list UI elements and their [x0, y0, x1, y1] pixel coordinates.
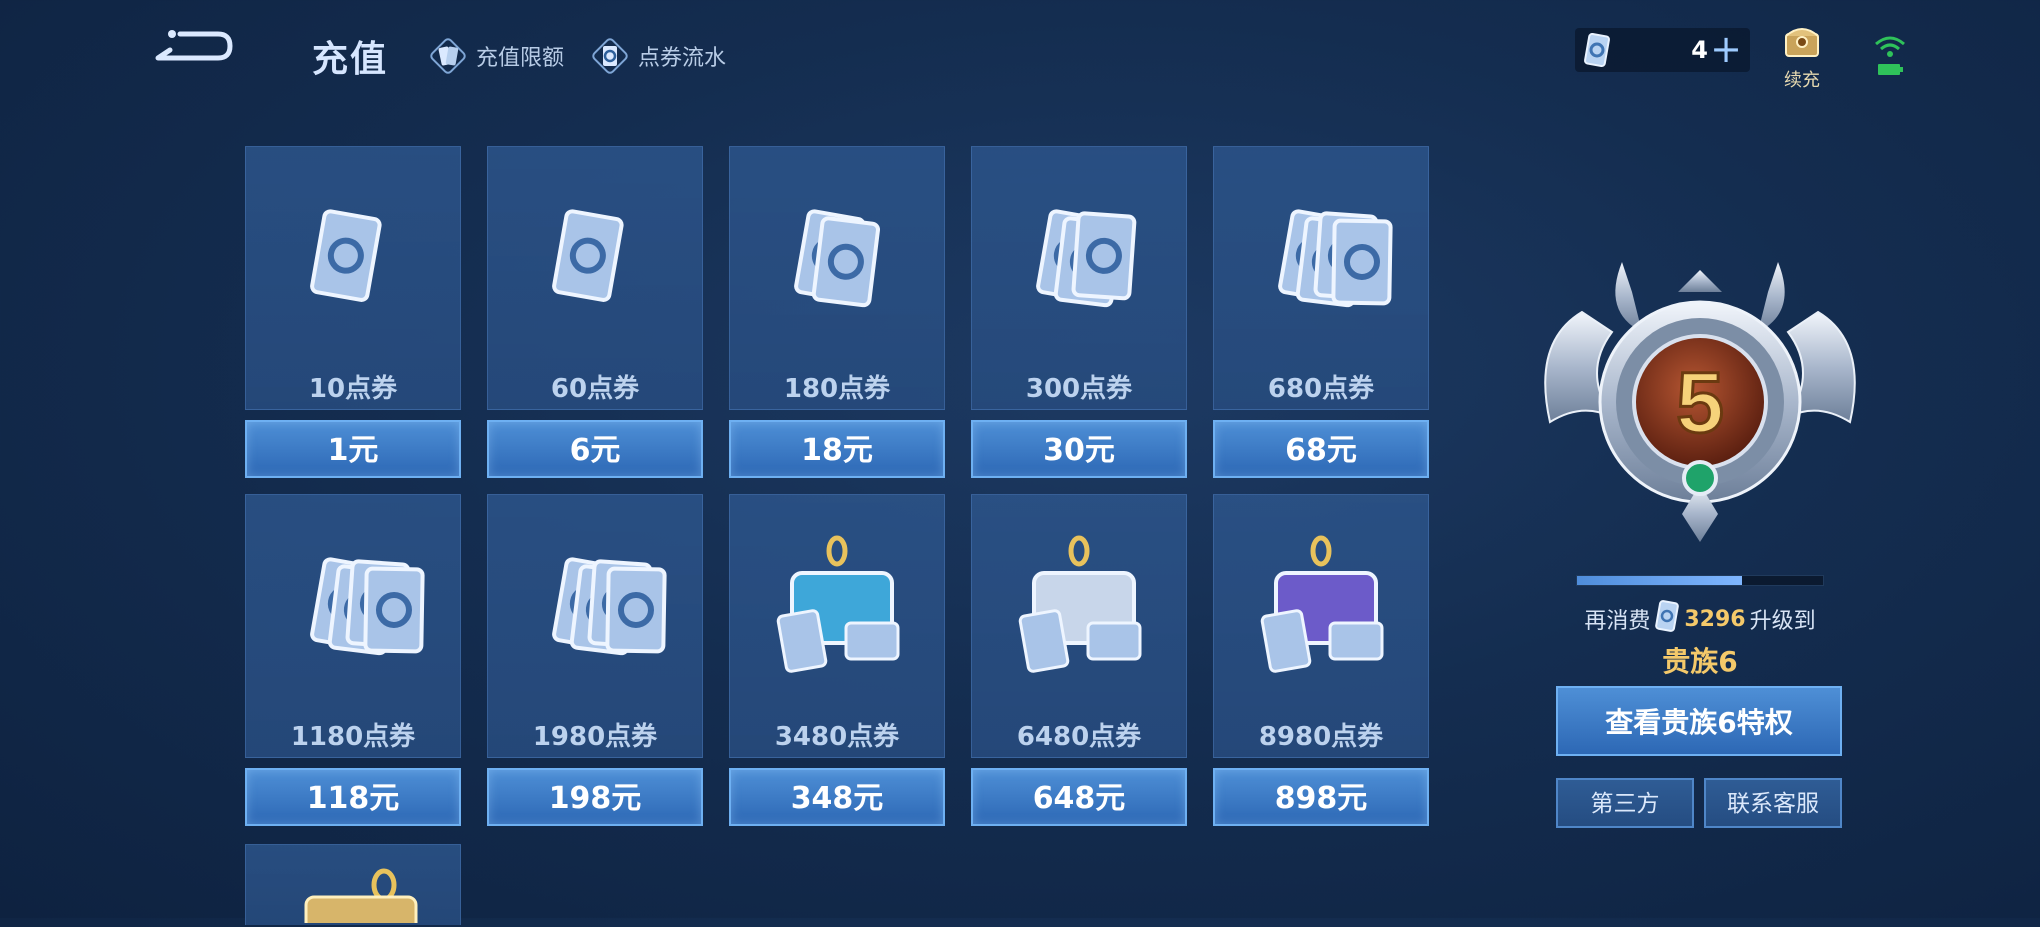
contact-support-button[interactable]: 联系客服	[1704, 778, 1842, 828]
renew-button[interactable]: 续充	[1778, 20, 1826, 92]
noble-badge: 5	[1522, 252, 1878, 542]
voucher-coin-icon	[1581, 32, 1613, 72]
upgrade-hint: 再消费 3296 升级到	[1560, 600, 1840, 638]
noble-progress-fill	[1577, 576, 1742, 585]
package-amount: 1980点券	[532, 722, 658, 752]
package-amount: 6480点券	[1016, 722, 1142, 752]
upgrade-amount: 3296	[1684, 606, 1746, 632]
renew-label: 续充	[1784, 70, 1820, 91]
noble-progress-bar	[1576, 575, 1824, 586]
view-privilege-button[interactable]: 查看贵族6特权	[1556, 686, 1842, 756]
voucher-balance-value: 4	[1691, 36, 1708, 64]
package-tile[interactable]: 1180点券	[245, 494, 461, 758]
package-card[interactable]: 680点券 68元	[1213, 146, 1429, 478]
package-card[interactable]: 180点券 18元	[729, 146, 945, 478]
voucher-stack-icon	[488, 185, 702, 339]
package-amount: 180点券	[783, 374, 891, 404]
voucher-stack-icon	[1214, 533, 1428, 687]
voucher-balance: 4 +	[1575, 28, 1750, 72]
next-noble-level: 贵族6	[1662, 645, 1738, 678]
package-tile[interactable]: 1980点券	[487, 494, 703, 758]
package-price-button[interactable]: 1元	[245, 420, 461, 478]
voucher-cards-icon	[428, 36, 468, 76]
treasure-chest-icon	[1785, 28, 1819, 57]
voucher-stack-icon	[1214, 185, 1428, 339]
voucher-stack-icon	[972, 533, 1186, 687]
voucher-flow-icon	[590, 36, 630, 76]
package-price-button[interactable]: 6元	[487, 420, 703, 478]
voucher-flow-label: 点券流水	[638, 46, 727, 71]
voucher-stack-icon	[972, 185, 1186, 339]
upgrade-prefix: 再消费	[1584, 609, 1651, 634]
package-card[interactable]: 1180点券 118元	[245, 494, 461, 826]
package-card[interactable]: 8980点券 898元	[1213, 494, 1429, 826]
package-card[interactable]: 300点券 30元	[971, 146, 1187, 478]
noble-level: 5	[1676, 355, 1724, 451]
package-tile[interactable]: 680点券	[1213, 146, 1429, 410]
voucher-coin-icon	[1654, 600, 1680, 638]
package-amount: 3480点券	[774, 722, 900, 752]
package-price-button[interactable]: 648元	[971, 768, 1187, 826]
recharge-limit-label: 充值限额	[476, 46, 565, 71]
package-tile[interactable]: 10点券	[245, 146, 461, 410]
package-price-button[interactable]: 118元	[245, 768, 461, 826]
package-amount: 10点券	[308, 374, 398, 404]
package-tile[interactable]: 8980点券	[1213, 494, 1429, 758]
back-button[interactable]	[150, 26, 234, 70]
package-amount: 60点券	[550, 374, 640, 404]
package-tile[interactable]: 300点券	[971, 146, 1187, 410]
package-price-button[interactable]: 30元	[971, 420, 1187, 478]
package-tile[interactable]: 3480点券	[729, 494, 945, 758]
package-card[interactable]: 10点券 1元	[245, 146, 461, 478]
package-tile[interactable]: 180点券	[729, 146, 945, 410]
voucher-stack-icon	[730, 533, 944, 687]
package-price-button[interactable]: 348元	[729, 768, 945, 826]
package-amount: 8980点券	[1258, 722, 1384, 752]
voucher-stack-icon	[488, 533, 702, 687]
package-tile[interactable]: 60点券	[487, 146, 703, 410]
page-title: 充值	[312, 39, 389, 80]
package-amount: 680点券	[1267, 374, 1375, 404]
package-price-button[interactable]: 68元	[1213, 420, 1429, 478]
package-card[interactable]: 1980点券 198元	[487, 494, 703, 826]
voucher-flow-link[interactable]: 点券流水	[590, 36, 726, 76]
back-arrow-icon	[155, 30, 233, 61]
recharge-limit-link[interactable]: 充值限额	[428, 36, 564, 76]
package-card[interactable]: 3480点券 348元	[729, 494, 945, 826]
voucher-stack-icon	[246, 533, 460, 687]
package-card[interactable]: 6480点券 648元	[971, 494, 1187, 826]
third-party-button[interactable]: 第三方	[1556, 778, 1694, 828]
package-price-button[interactable]: 198元	[487, 768, 703, 826]
voucher-stack-icon	[730, 185, 944, 339]
package-amount: 300点券	[1025, 374, 1133, 404]
package-card[interactable]: 60点券 6元	[487, 146, 703, 478]
upgrade-suffix: 升级到	[1749, 609, 1816, 634]
add-voucher-button[interactable]: +	[1708, 28, 1744, 72]
package-card-partial[interactable]	[245, 844, 461, 927]
package-amount: 1180点券	[290, 722, 416, 752]
status-indicators	[1870, 30, 1910, 78]
package-tile[interactable]: 6480点券	[971, 494, 1187, 758]
package-price-button[interactable]: 898元	[1213, 768, 1429, 826]
voucher-stack-icon	[246, 185, 460, 339]
wifi-icon	[1875, 36, 1905, 57]
package-price-button[interactable]: 18元	[729, 420, 945, 478]
gold-chest-icon	[286, 863, 422, 927]
battery-icon	[1878, 64, 1903, 75]
